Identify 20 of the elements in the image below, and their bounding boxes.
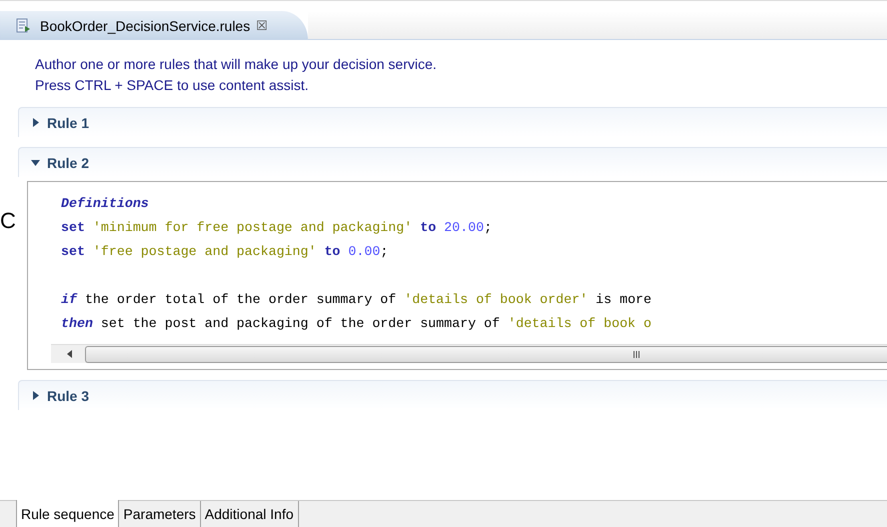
close-icon[interactable]: ☒ [256,18,268,33]
code-line: set 'free postage and packaging' to 0.00; [60,243,388,261]
left-arrow-icon[interactable] [67,350,73,358]
code-line: then set the post and packaging of the order summary of 'details of book o [60,315,652,333]
expanded-triangle-icon[interactable] [31,158,40,167]
edge-letter: C [0,208,16,234]
instruction-text: Press CTRL + SPACE to use content assist. [35,77,310,93]
instruction-text: Author one or more rules that will make up your decision service. [35,56,438,72]
collapsed-triangle-icon[interactable] [31,118,40,127]
editor-tab[interactable]: BookOrder_DecisionService.rules ☒ [0,11,308,40]
code-line: set 'minimum for free postage and packaging' to 20.00; [60,219,492,237]
rule-header[interactable]: Rule 2 [18,147,887,177]
rule-header[interactable]: Rule 1 [18,107,887,137]
rule-header[interactable]: Rule 3 [18,380,887,410]
code-line: if the order total of the order summary of 'details of book order' is more [60,291,652,309]
code-editor[interactable] [27,181,887,370]
collapsed-triangle-icon[interactable] [31,391,40,400]
bottom-tab[interactable]: Rule sequence [16,500,120,527]
grip-icon [633,350,640,358]
code-line: Definitions [60,195,149,213]
